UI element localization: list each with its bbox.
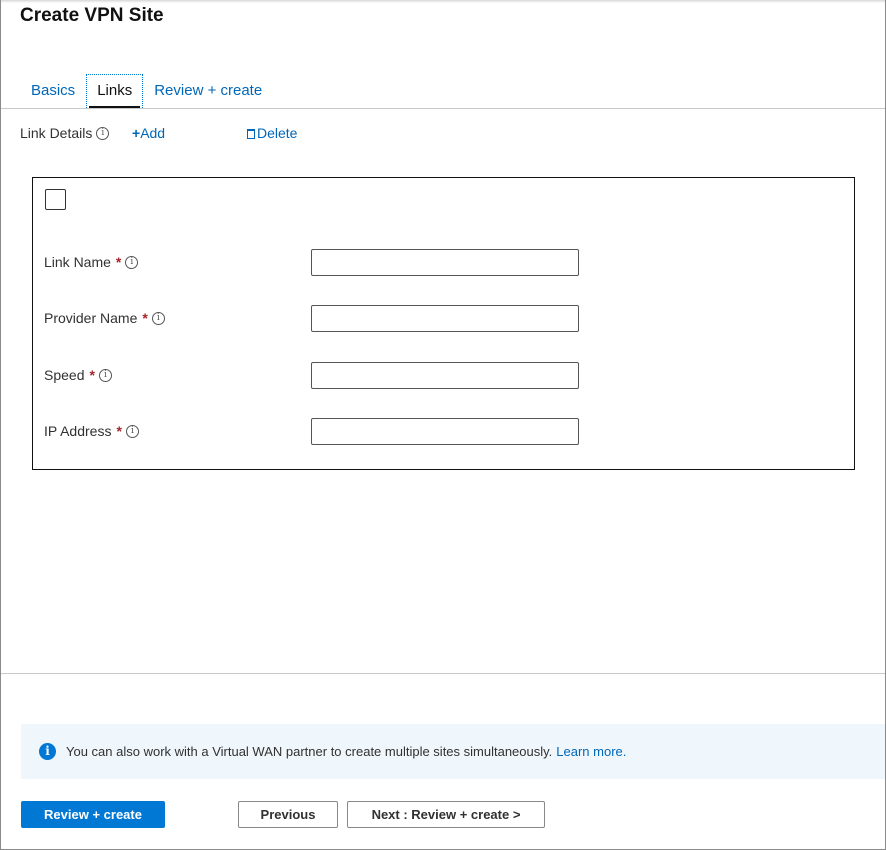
required-marker: *: [115, 254, 122, 270]
info-icon[interactable]: i: [98, 368, 112, 382]
tab-links[interactable]: Links: [86, 74, 144, 108]
trash-icon: [247, 129, 255, 139]
banner-text: You can also work with a Virtual WAN par…: [66, 744, 553, 759]
link-card: Link Name * i Provider Name * i Speed * …: [32, 177, 855, 470]
delete-label: Delete: [257, 125, 298, 141]
learn-more-link[interactable]: Learn more.: [556, 744, 626, 759]
info-icon[interactable]: i: [151, 311, 165, 325]
next-review-create-button[interactable]: Next : Review + create >: [347, 801, 545, 828]
required-marker: *: [116, 423, 122, 439]
speed-label-text: Speed: [44, 367, 85, 383]
ip-address-input[interactable]: [311, 418, 579, 445]
ip-address-label-text: IP Address: [44, 423, 112, 439]
link-name-input[interactable]: [311, 249, 579, 276]
tab-review-create[interactable]: Review + create: [143, 74, 273, 108]
required-marker: *: [89, 367, 95, 383]
info-icon[interactable]: i: [125, 255, 139, 269]
link-name-label: Link Name * i: [44, 254, 139, 270]
link-select-checkbox[interactable]: [45, 189, 66, 210]
tab-basics[interactable]: Basics: [20, 74, 86, 108]
info-icon[interactable]: i: [125, 424, 139, 438]
speed-row: Speed * i: [44, 362, 844, 390]
links-toolbar: Link Details i +Add Delete: [20, 125, 420, 145]
delete-link-button[interactable]: Delete: [247, 125, 297, 141]
info-filled-icon: i: [39, 743, 56, 760]
review-create-button[interactable]: Review + create: [21, 801, 165, 828]
speed-label: Speed * i: [44, 367, 112, 383]
page-title: Create VPN Site: [20, 5, 164, 26]
provider-name-row: Provider Name * i: [44, 305, 844, 333]
tabs-divider: [1, 108, 885, 109]
partner-info-banner: i You can also work with a Virtual WAN p…: [21, 724, 885, 779]
speed-input[interactable]: [311, 362, 579, 389]
provider-name-label-text: Provider Name: [44, 310, 138, 326]
ip-address-row: IP Address * i: [44, 418, 844, 446]
add-label: Add: [140, 125, 166, 141]
link-details-label: Link Details: [20, 125, 93, 141]
plus-icon: +: [132, 125, 141, 141]
link-details-heading: Link Details i: [20, 125, 110, 141]
add-link-button[interactable]: +Add: [132, 125, 165, 141]
ip-address-label: IP Address * i: [44, 423, 139, 439]
tab-bar: Basics Links Review + create: [20, 74, 273, 108]
footer-divider: [1, 673, 885, 674]
previous-button[interactable]: Previous: [238, 801, 338, 828]
info-icon[interactable]: i: [96, 126, 110, 140]
required-marker: *: [142, 310, 148, 326]
link-name-label-text: Link Name: [44, 254, 111, 270]
provider-name-label: Provider Name * i: [44, 310, 165, 326]
provider-name-input[interactable]: [311, 305, 579, 332]
link-name-row: Link Name * i: [44, 249, 844, 277]
